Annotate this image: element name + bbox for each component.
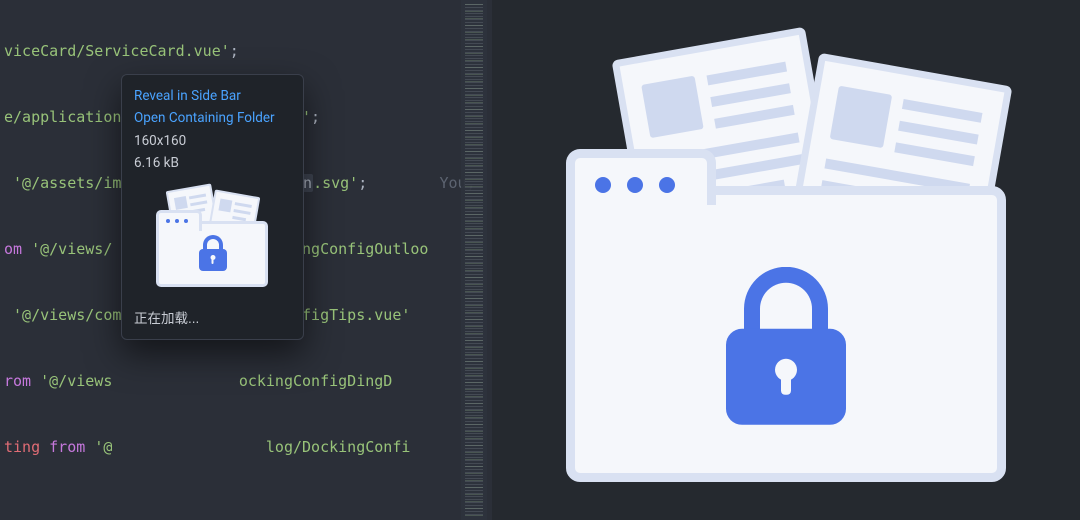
image-filesize: 6.16 kB (134, 153, 291, 173)
minimap[interactable] (461, 0, 487, 520)
code-line: rom '@/views ockingConfigDingD (0, 370, 500, 392)
image-preview-panel[interactable] (492, 0, 1080, 520)
image-hover-popover: Reveal in Side Bar Open Containing Folde… (121, 74, 304, 340)
loading-text: 正在加载... (134, 307, 291, 327)
reveal-in-sidebar-link[interactable]: Reveal in Side Bar (134, 85, 291, 107)
folder-icon (566, 186, 1006, 482)
lock-icon (716, 267, 856, 427)
lock-icon (196, 235, 230, 275)
code-line: ting from '@ log/DockingConfi (0, 436, 500, 458)
image-thumbnail (148, 185, 278, 291)
code-line: viceCard/ServiceCard.vue'; (0, 40, 500, 62)
image-dimensions: 160x160 (134, 131, 291, 151)
open-containing-folder-link[interactable]: Open Containing Folder (134, 107, 291, 129)
locked-folder-illustration (526, 30, 1046, 490)
code-line (0, 502, 500, 516)
app-stage: viceCard/ServiceCard.vue'; e/application… (0, 0, 1080, 520)
